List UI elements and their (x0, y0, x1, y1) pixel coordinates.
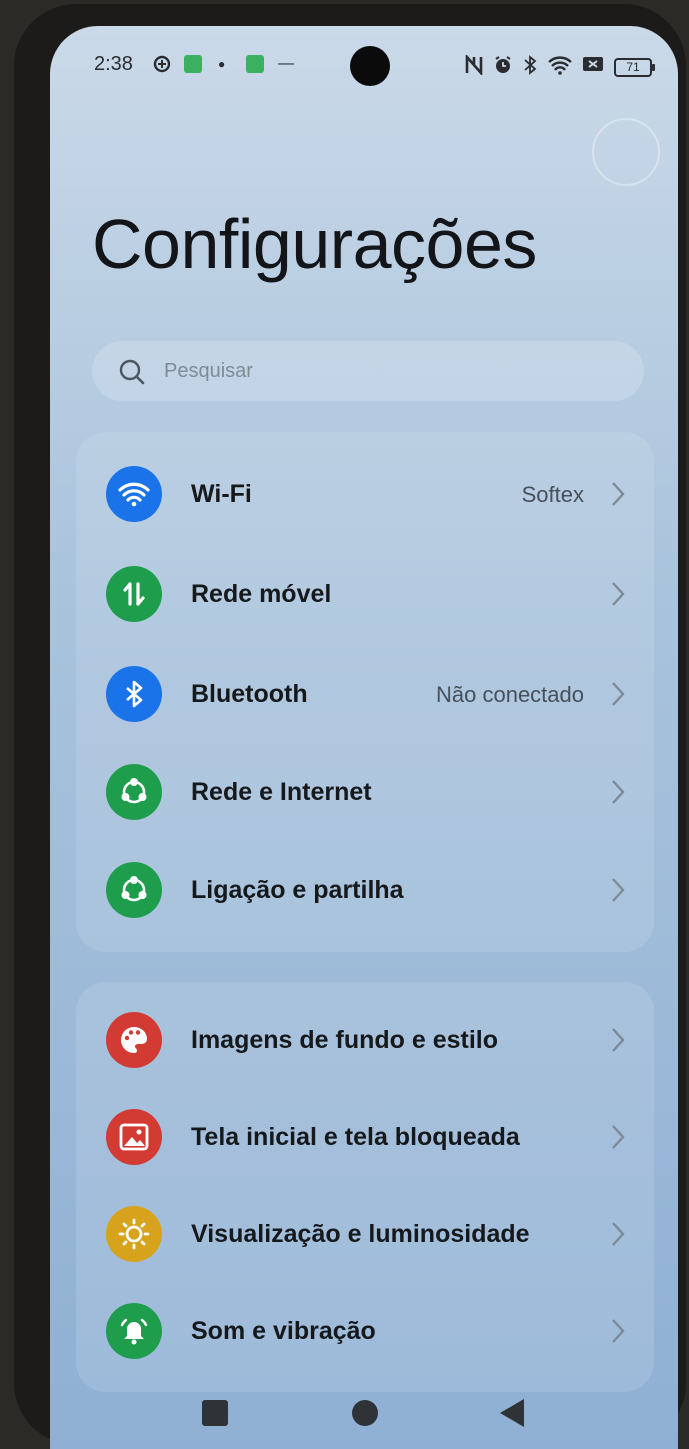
bell-icon (106, 1303, 162, 1359)
more-notifications-icon: — (278, 55, 294, 72)
alarm-icon (493, 55, 513, 80)
settings-item-home-lock-screen[interactable]: Tela inicial e tela bloqueada (76, 1097, 654, 1177)
battery-indicator: 71 (614, 58, 655, 77)
settings-item-connection-sharing[interactable]: Ligação e partilha (76, 850, 654, 930)
image-icon (106, 1109, 162, 1165)
chevron-right-icon (612, 682, 625, 706)
settings-item-label: Tela inicial e tela bloqueada (191, 1123, 520, 1151)
bluetooth-icon (106, 666, 162, 722)
bluetooth-icon (523, 55, 537, 80)
wifi-icon (547, 55, 573, 80)
settings-screen: 2:38 ● — 71 Configurações Pesquisar Wi-F… (50, 26, 678, 1449)
settings-item-wallpaper-style[interactable]: Imagens de fundo e estilo (76, 1000, 654, 1080)
settings-item-sound-vibration[interactable]: Som e vibração (76, 1291, 654, 1371)
navigation-bar (50, 1386, 678, 1449)
status-bar: 2:38 ● — 71 (50, 26, 678, 96)
front-camera (350, 46, 390, 86)
chevron-right-icon (612, 1028, 625, 1052)
recents-button[interactable] (202, 1400, 228, 1426)
back-button[interactable] (500, 1399, 524, 1427)
nfc-icon (464, 53, 484, 80)
settings-item-label: Bluetooth (191, 680, 308, 708)
page-title: Configurações (92, 205, 537, 283)
status-time: 2:38 (94, 53, 133, 75)
phone-frame: 2:38 ● — 71 Configurações Pesquisar Wi-F… (14, 4, 686, 1449)
settings-item-bluetooth[interactable]: Bluetooth Não conectado (76, 654, 654, 734)
chevron-right-icon (612, 582, 625, 606)
chevron-right-icon (612, 780, 625, 804)
app-notification-icon (246, 55, 264, 78)
settings-item-label: Imagens de fundo e estilo (191, 1026, 498, 1054)
settings-item-network-internet[interactable]: Rede e Internet (76, 752, 654, 832)
settings-item-mobile-network[interactable]: Rede móvel (76, 554, 654, 634)
brightness-icon (106, 1206, 162, 1262)
mobile-data-icon (106, 566, 162, 622)
chevron-right-icon (612, 1319, 625, 1343)
vpn-icon (153, 55, 171, 78)
network-icon (106, 764, 162, 820)
home-button[interactable] (352, 1400, 378, 1426)
settings-item-label: Wi-Fi (191, 480, 252, 508)
search-placeholder: Pesquisar (164, 360, 253, 382)
chevron-right-icon (612, 1125, 625, 1149)
app-notification-icon (184, 55, 202, 78)
settings-item-label: Ligação e partilha (191, 876, 404, 904)
search-icon (119, 359, 145, 385)
settings-item-label: Visualização e luminosidade (191, 1220, 530, 1248)
settings-item-display-brightness[interactable]: Visualização e luminosidade (76, 1194, 654, 1274)
wifi-icon (106, 466, 162, 522)
chevron-right-icon (612, 482, 625, 506)
settings-item-label: Rede móvel (191, 580, 332, 608)
screen-record-icon (582, 55, 604, 78)
account-avatar[interactable] (592, 118, 660, 186)
settings-item-value: Não conectado (436, 682, 584, 707)
chevron-right-icon (612, 1222, 625, 1246)
settings-item-value: Softex (521, 482, 584, 507)
chevron-right-icon (612, 878, 625, 902)
share-icon (106, 862, 162, 918)
small-notification-icon: ● (218, 57, 226, 71)
palette-icon (106, 1012, 162, 1068)
settings-group-connectivity: Wi-Fi Softex Rede móvel Bluetooth Não co… (76, 432, 654, 952)
settings-item-label: Rede e Internet (191, 778, 372, 806)
settings-group-personalization: Imagens de fundo e estilo Tela inicial e… (76, 982, 654, 1392)
settings-item-label: Som e vibração (191, 1317, 376, 1345)
search-bar[interactable]: Pesquisar (92, 341, 644, 401)
settings-item-wifi[interactable]: Wi-Fi Softex (76, 454, 654, 534)
